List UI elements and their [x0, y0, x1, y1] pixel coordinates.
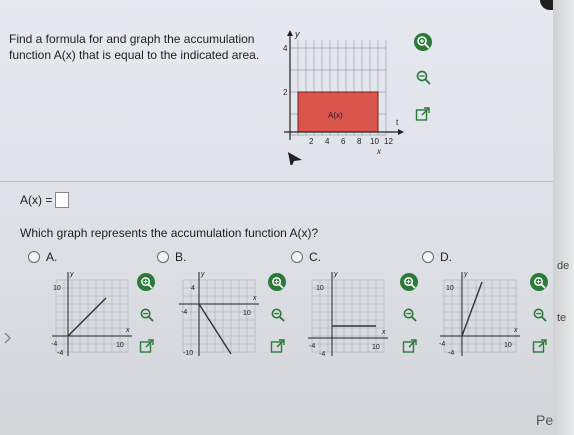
option-d-y-label: y: [463, 271, 468, 278]
main-graph-y-tick-2: 2: [283, 88, 288, 97]
question-text: Which graph represents the accumulation …: [20, 226, 319, 240]
answer-label: A(x) =: [20, 193, 53, 207]
main-graph-y-arrow: [287, 30, 293, 36]
main-graph: y 4 2 A(x) t 2 4 6 8 10 12 x: [283, 30, 404, 165]
edge-fragment-1: de: [557, 260, 570, 272]
problem-prompt: Find a formula for and graph the accumul…: [9, 32, 260, 62]
main-zoom-out-icon[interactable]: [414, 68, 432, 86]
option-d-open-external-icon[interactable]: [532, 338, 548, 354]
option-b-open-external-icon[interactable]: [270, 338, 286, 354]
option-c-y-bottom: -4: [319, 351, 325, 358]
main-graph-x-label: x: [376, 147, 382, 156]
mouse-cursor-icon: [288, 152, 302, 165]
option-d-label: D.: [440, 250, 452, 264]
screen: Find a formula for and graph the accumul…: [0, 0, 564, 435]
option-a-x-left: -4: [51, 341, 57, 348]
option-c-y-label: y: [333, 271, 338, 278]
option-c-y-top: 10: [316, 285, 324, 292]
option-b-zoom-in-icon[interactable]: [268, 273, 286, 291]
option-a-y-label: y: [69, 271, 74, 278]
option-a-radio[interactable]: [28, 251, 40, 263]
option-a-x-right: 10: [116, 342, 124, 349]
section-divider: [0, 181, 553, 182]
option-b-y-bottom: -10: [183, 350, 193, 357]
option-c-open-external-icon[interactable]: [402, 338, 418, 354]
option-b-radio[interactable]: [157, 251, 169, 263]
option-c[interactable]: C.: [291, 250, 321, 264]
region-label: A(x): [328, 111, 343, 120]
t-label: t: [396, 118, 399, 127]
option-c-label: C.: [309, 250, 321, 264]
x-tick-2: 2: [309, 137, 314, 146]
option-d-y-top: 10: [446, 285, 454, 292]
option-c-radio[interactable]: [291, 251, 303, 263]
main-graph-y-tick-4: 4: [283, 44, 288, 53]
option-c-x-right: 10: [372, 344, 380, 351]
answer-row: A(x) =: [20, 192, 70, 208]
option-b-label: B.: [175, 250, 187, 264]
option-b-graph: y 4 x -4 10 -10: [179, 271, 259, 357]
option-d-zoom-out-icon[interactable]: [530, 305, 548, 323]
option-a-zoom-out-icon[interactable]: [137, 305, 155, 323]
option-a-y-top: 10: [53, 285, 61, 292]
option-a-curve: [67, 297, 107, 337]
option-a-open-external-icon[interactable]: [139, 338, 155, 354]
formula-answer-input[interactable]: [55, 192, 70, 208]
option-b-x-label: x: [252, 295, 257, 302]
x-tick-4: 4: [325, 137, 330, 146]
option-b-y-top: 4: [191, 285, 195, 292]
x-tick-6: 6: [341, 137, 346, 146]
option-d-x-left: -4: [439, 341, 445, 348]
option-d-y-bottom: -4: [448, 350, 454, 357]
x-tick-8: 8: [357, 137, 362, 146]
option-b-zoom-out-icon[interactable]: [268, 305, 286, 323]
main-graph-y-label: y: [294, 30, 300, 39]
main-open-external-icon[interactable]: [415, 106, 431, 122]
option-a-label: A.: [46, 250, 58, 264]
edge-fragment-3: Pe: [536, 412, 554, 428]
option-d-graph: y 10 x -4 10 -4: [439, 271, 520, 357]
option-d-x-right: 10: [504, 342, 512, 349]
option-b[interactable]: B.: [157, 250, 186, 264]
option-a-y-bottom: -4: [57, 350, 63, 357]
x-tick-12: 12: [384, 137, 393, 146]
option-c-zoom-in-icon[interactable]: [400, 273, 418, 291]
main-graph-x-arrow: [398, 129, 404, 135]
option-d-zoom-in-icon[interactable]: [530, 273, 548, 291]
option-a-graph: y 10 x -4 10 -4: [51, 271, 132, 357]
option-a-x-label: x: [125, 327, 130, 334]
option-b-x-left: -4: [181, 309, 187, 316]
option-c-zoom-out-icon[interactable]: [400, 305, 418, 323]
option-a-zoom-in-icon[interactable]: [137, 273, 155, 291]
option-d[interactable]: D.: [422, 250, 452, 264]
edge-fragment-2: te: [557, 312, 567, 324]
option-d-x-label: x: [513, 327, 518, 334]
chevron-right-icon[interactable]: [4, 332, 12, 344]
option-c-x-left: -4: [309, 343, 315, 350]
option-b-x-right: 10: [243, 310, 251, 317]
option-d-radio[interactable]: [422, 251, 434, 263]
option-c-x-label: x: [381, 329, 386, 336]
x-tick-10: 10: [370, 137, 379, 146]
option-c-graph: y 10 x -4 10 -4: [308, 271, 388, 358]
option-b-y-label: y: [200, 271, 205, 278]
option-a[interactable]: A.: [28, 250, 57, 264]
adjacent-panel-edge: de te: [553, 0, 574, 435]
main-zoom-in-icon[interactable]: [414, 33, 432, 51]
main-graph-x-ticks: 2 4 6 8 10 12: [309, 137, 393, 146]
